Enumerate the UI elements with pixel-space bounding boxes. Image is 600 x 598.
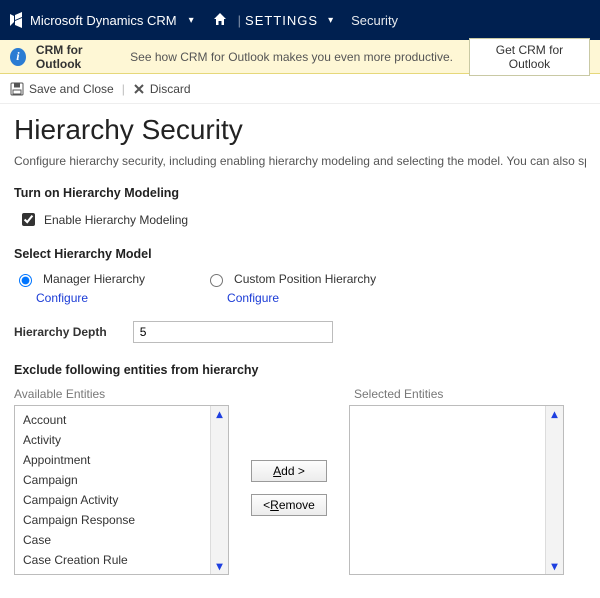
available-entities-label: Available Entities xyxy=(14,387,234,401)
selected-scrollbar[interactable]: ▴ ▾ xyxy=(545,406,563,574)
hierarchy-depth-label: Hierarchy Depth xyxy=(14,325,107,339)
enable-hierarchy-checkbox[interactable] xyxy=(22,213,35,226)
settings-nav[interactable]: SETTINGS ▾ xyxy=(245,13,339,28)
save-and-close-button[interactable]: Save and Close xyxy=(10,82,114,96)
add-button[interactable]: Add > xyxy=(251,460,327,482)
list-item[interactable]: Case Creation Rule xyxy=(15,550,210,570)
get-crm-outlook-button[interactable]: Get CRM for Outlook xyxy=(469,38,590,76)
selected-entities-label: Selected Entities xyxy=(354,387,443,401)
radio-custom-position: Custom Position Hierarchy Configure xyxy=(205,271,376,305)
configure-custom-link[interactable]: Configure xyxy=(227,291,376,305)
remove-button[interactable]: < Remove xyxy=(251,494,327,516)
list-item[interactable]: Campaign xyxy=(15,470,210,490)
close-icon xyxy=(133,83,145,95)
brand-block[interactable]: Microsoft Dynamics CRM ▾ xyxy=(8,12,206,28)
settings-label: SETTINGS xyxy=(245,13,318,28)
list-item[interactable]: Campaign Response xyxy=(15,510,210,530)
enable-hierarchy-label: Enable Hierarchy Modeling xyxy=(44,213,188,227)
toolbar-separator: | xyxy=(122,82,125,96)
section-exclude: Exclude following entities from hierarch… xyxy=(14,363,586,377)
list-item[interactable]: Case Resolution xyxy=(15,570,210,574)
outlook-info-bar: i CRM for Outlook See how CRM for Outloo… xyxy=(0,40,600,74)
scroll-up-icon[interactable]: ▴ xyxy=(216,408,222,420)
save-icon xyxy=(10,82,24,96)
chevron-down-icon: ▾ xyxy=(189,15,194,26)
breadcrumb-security[interactable]: Security xyxy=(351,13,398,28)
available-entities-listbox[interactable]: AccountActivityAppointmentCampaignCampai… xyxy=(14,405,229,575)
discard-label: Discard xyxy=(150,82,191,96)
section-turn-on: Turn on Hierarchy Modeling xyxy=(14,186,586,200)
nav-separator: | xyxy=(238,13,241,28)
home-icon[interactable] xyxy=(212,11,228,30)
list-item[interactable]: Campaign Activity xyxy=(15,490,210,510)
scroll-down-icon[interactable]: ▾ xyxy=(551,560,557,572)
info-title: CRM for Outlook xyxy=(36,43,120,71)
info-text: See how CRM for Outlook makes you even m… xyxy=(130,50,453,64)
custom-position-radio[interactable] xyxy=(210,274,223,287)
hierarchy-depth-input[interactable] xyxy=(133,321,333,343)
save-label: Save and Close xyxy=(29,82,114,96)
list-item[interactable]: Activity xyxy=(15,430,210,450)
custom-position-label: Custom Position Hierarchy xyxy=(234,272,376,286)
chevron-down-icon: ▾ xyxy=(328,15,333,26)
discard-button[interactable]: Discard xyxy=(133,82,191,96)
list-item[interactable]: Account xyxy=(15,410,210,430)
page-description: Configure hierarchy security, including … xyxy=(14,154,586,168)
top-navbar: Microsoft Dynamics CRM ▾ | SETTINGS ▾ Se… xyxy=(0,0,600,40)
info-icon: i xyxy=(10,48,26,66)
configure-manager-link[interactable]: Configure xyxy=(36,291,145,305)
page-title: Hierarchy Security xyxy=(14,114,586,146)
manager-hierarchy-radio[interactable] xyxy=(19,274,32,287)
list-item[interactable]: Appointment xyxy=(15,450,210,470)
manager-hierarchy-label: Manager Hierarchy xyxy=(43,272,145,286)
page-toolbar: Save and Close | Discard xyxy=(0,74,600,104)
available-scrollbar[interactable]: ▴ ▾ xyxy=(210,406,228,574)
section-select-model: Select Hierarchy Model xyxy=(14,247,586,261)
selected-entities-listbox[interactable]: ▴ ▾ xyxy=(349,405,564,575)
radio-manager-hierarchy: Manager Hierarchy Configure xyxy=(14,271,145,305)
dual-listbox: AccountActivityAppointmentCampaignCampai… xyxy=(14,405,586,575)
scroll-down-icon[interactable]: ▾ xyxy=(216,560,222,572)
scroll-up-icon[interactable]: ▴ xyxy=(551,408,557,420)
list-item[interactable]: Case xyxy=(15,530,210,550)
brand-text: Microsoft Dynamics CRM xyxy=(30,13,177,28)
transfer-buttons: Add > < Remove xyxy=(229,405,349,516)
dynamics-logo-icon xyxy=(8,12,24,28)
page-content: Hierarchy Security Configure hierarchy s… xyxy=(0,104,600,575)
